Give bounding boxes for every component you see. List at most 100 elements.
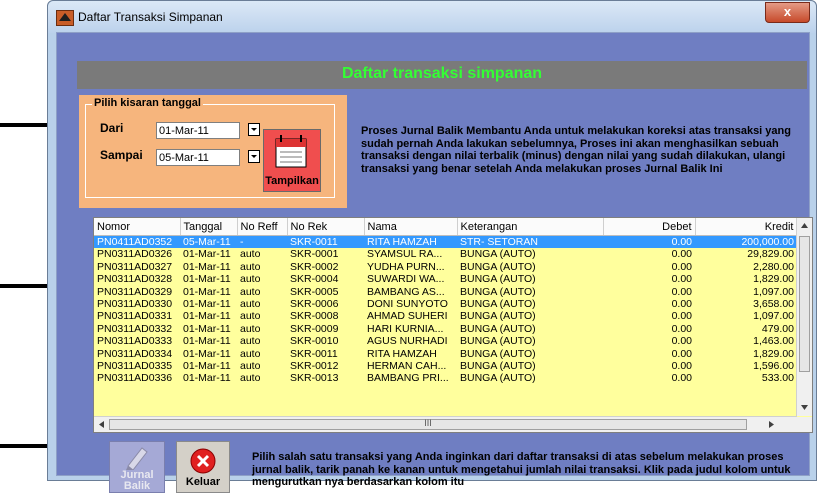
table-row[interactable]: PN0311AD0331 01-Mar-11 auto SKR-0008 AHMAD S… [94,310,797,322]
horizontal-scrollbar[interactable]: III [94,416,797,432]
table-cell: BUNGA (AUTO) [460,285,536,298]
table-row[interactable]: PN0311AD0333 01-Mar-11 auto SKR-0010 AGUS NU… [94,335,797,347]
table-cell: 0.00 [671,347,692,360]
vertical-scrollbar[interactable] [796,218,812,416]
horizontal-scroll-thumb[interactable]: III [109,418,747,430]
table-cell: auto [240,273,261,286]
table-cell: 01-Mar-11 [183,260,231,273]
table-cell: 1,097.00 [753,310,794,323]
table-cell: BUNGA (AUTO) [460,298,536,311]
table-cell: BUNGA (AUTO) [460,335,536,348]
table-cell: PN0311AD0328 [97,273,173,286]
table-row[interactable]: PN0311AD0326 01-Mar-11 auto SKR-0001 SYAMSUL… [94,248,797,260]
table-row[interactable]: PN0311AD0330 01-Mar-11 auto SKR-0006 DONI SU… [94,298,797,310]
table-cell: SKR-0006 [290,298,339,311]
table-cell: SKR-0012 [290,360,339,373]
table-cell: 29,829.00 [747,248,794,261]
table-cell: STR- SETORAN [457,235,603,249]
table-row[interactable]: PN0311AD0329 01-Mar-11 auto SKR-0005 BAMBANG… [94,286,797,298]
from-date-field[interactable]: 01-Mar-11 [156,122,240,139]
jurnal-balik-button[interactable]: Jurnal Balik [109,441,165,493]
table-cell: 0.00 [671,285,692,298]
table-row[interactable]: PN0311AD0328 01-Mar-11 auto SKR-0004 SUWARDI… [94,273,797,285]
to-date-field[interactable]: 05-Mar-11 [156,149,240,166]
table-cell: AGUS NURHADI [367,335,448,348]
table-cell: 2,280.00 [753,260,794,273]
transactions-table[interactable]: Nomor Tanggal No Reff No Rek Nama Ketera… [93,217,813,433]
column-header[interactable]: No Rek [287,218,365,236]
exit-button[interactable]: Keluar [176,441,230,493]
table-cell: 1,829.00 [753,273,794,286]
table-row[interactable]: PN0311AD0327 01-Mar-11 auto SKR-0002 YUDHA P… [94,261,797,273]
table-cell: BAMBANG PRI... [367,372,449,385]
column-header[interactable]: Nomor [94,218,181,236]
table-cell: HERMAN CAH... [367,360,447,373]
table-cell: 01-Mar-11 [183,285,231,298]
table-cell: 0.00 [671,298,692,311]
show-button-label: Tampilkan [265,175,319,187]
table-cell: BUNGA (AUTO) [460,360,536,373]
table-cell: BUNGA (AUTO) [460,248,536,261]
column-header[interactable]: Keterangan [457,218,604,236]
vertical-scroll-thumb[interactable] [799,236,810,372]
table-cell: BUNGA (AUTO) [460,322,536,335]
table-cell: DONI SUNYOTO [367,298,448,311]
column-header[interactable]: Debet [603,218,696,236]
column-header[interactable]: Tanggal [180,218,238,236]
table-cell: 0.00 [671,360,692,373]
table-cell: 479.00 [761,322,794,335]
table-cell: SKR-0009 [290,322,339,335]
table-cell: 01-Mar-11 [183,248,231,261]
show-button[interactable]: Tampilkan [263,129,321,192]
table-cell: - [237,235,287,249]
table-cell: auto [240,322,261,335]
table-cell: 0.00 [671,322,692,335]
calendar-icon [275,135,307,168]
scroll-left-icon[interactable] [94,417,109,432]
table-cell: 1,596.00 [753,360,794,373]
scroll-right-icon[interactable] [764,417,779,432]
table-cell: PN0411AD0352 [94,235,180,249]
table-cell: BUNGA (AUTO) [460,347,536,360]
table-cell: SKR-0005 [290,285,339,298]
table-cell: SKR-0001 [290,248,339,261]
table-cell: BUNGA (AUTO) [460,273,536,286]
from-date-dropdown-icon[interactable] [248,123,260,136]
page-title: Daftar transaksi simpanan [341,65,543,82]
table-row[interactable]: PN0311AD0332 01-Mar-11 auto SKR-0009 HARI KU… [94,323,797,335]
to-date-dropdown-icon[interactable] [248,150,260,163]
table-cell: BUNGA (AUTO) [460,372,536,385]
table-cell: 1,829.00 [753,347,794,360]
table-cell: 01-Mar-11 [183,322,231,335]
scroll-up-icon[interactable] [797,218,812,233]
table-cell: 01-Mar-11 [183,372,231,385]
table-cell: 0.00 [671,372,692,385]
table-cell: SKR-0013 [290,372,339,385]
table-cell: SUWARDI WA... [367,273,445,286]
column-header[interactable]: No Reff [237,218,288,236]
table-cell: PN0311AD0329 [97,285,173,298]
table-cell: 01-Mar-11 [183,335,231,348]
column-header[interactable]: Kredit [695,218,798,236]
table-row[interactable]: PN0311AD0335 01-Mar-11 auto SKR-0012 HERMAN … [94,360,797,372]
table-header-row: Nomor Tanggal No Reff No Rek Nama Ketera… [94,218,798,236]
close-button[interactable]: x [765,2,810,23]
table-row[interactable]: PN0311AD0334 01-Mar-11 auto SKR-0011 RITA HA… [94,348,797,360]
table-cell: auto [240,285,261,298]
from-label: Dari [100,121,124,135]
client-area: Daftar transaksi simpanan Pilih kisaran … [56,32,813,493]
table-row[interactable]: PN0311AD0336 01-Mar-11 auto SKR-0013 BAMBANG… [94,372,797,384]
date-range-panel: Pilih kisaran tanggal Dari 01-Mar-11 Sam… [79,95,347,208]
table-cell: PN0311AD0330 [97,298,173,311]
table-cell: 0.00 [671,310,692,323]
title-bar: Daftar Transaksi Simpanan x [48,1,816,33]
table-cell: 0.00 [671,260,692,273]
table-cell: auto [240,360,261,373]
date-range-legend: Pilih kisaran tanggal [92,97,203,109]
column-header[interactable]: Nama [364,218,458,236]
to-label: Sampai [100,148,143,162]
table-cell: 0.00 [603,235,695,249]
table-row[interactable]: PN0411AD0352 05-Mar-11- SKR-0011 RITA HAMZA… [94,235,797,249]
table-cell: 1,463.00 [753,335,794,348]
scroll-down-icon[interactable] [797,400,812,415]
